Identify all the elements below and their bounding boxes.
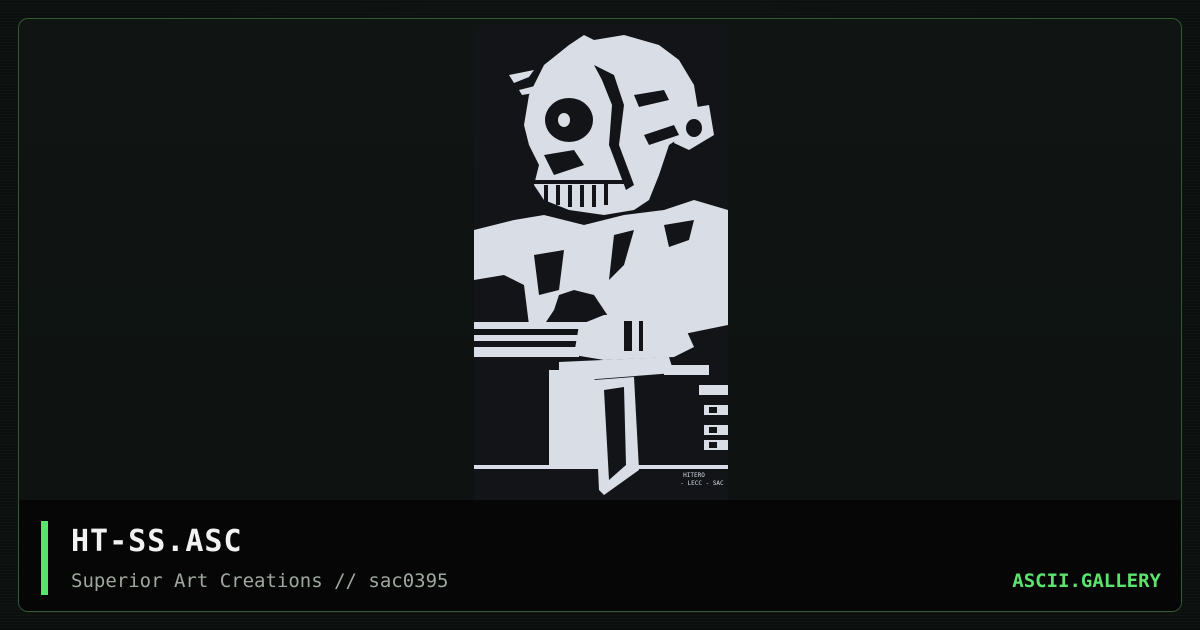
site-brand-link[interactable]: ASCII.GALLERY: [1012, 570, 1161, 592]
credit-line-2: - LECC - SAC: [680, 480, 724, 487]
credit-line-1: HITERO: [683, 472, 705, 479]
artwork-subtitle: Superior Art Creations // sac0395: [71, 570, 449, 592]
artwork-title: HT-SS.ASC: [71, 524, 243, 559]
accent-bar: [41, 521, 48, 595]
gallery-card: HITERO - LECC - SAC HT-SS.ASC Superior A…: [18, 18, 1182, 612]
ascii-artwork-image[interactable]: HITERO - LECC - SAC: [474, 25, 728, 500]
caption-bar: HT-SS.ASC Superior Art Creations // sac0…: [19, 500, 1181, 611]
